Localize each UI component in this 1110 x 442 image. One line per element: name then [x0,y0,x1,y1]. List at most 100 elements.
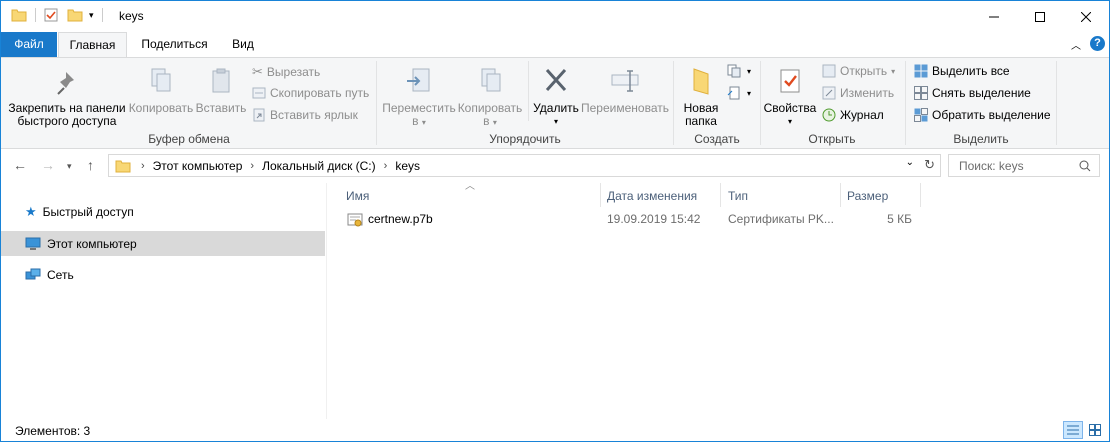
tab-share[interactable]: Поделиться [132,32,217,57]
breadcrumb-this-pc[interactable]: Этот компьютер [153,159,243,173]
recent-locations-chevron-icon[interactable]: ▾ [67,161,72,172]
folder-icon [693,68,709,95]
search-icon [1079,160,1091,172]
paste-shortcut-label: Вставить ярлык [270,108,358,122]
invert-selection-icon [914,108,928,122]
paste-shortcut-button[interactable]: Вставить ярлык [252,108,358,122]
breadcrumb-separator-icon[interactable]: › [141,160,145,172]
nav-item-quick-access[interactable]: ★ Быстрый доступ [1,199,325,224]
column-header-date[interactable]: Дата изменения [607,189,697,203]
file-type: Сертификаты PK... [728,212,834,226]
tab-file[interactable]: Файл [1,32,57,57]
ribbon: Закрепить на панели быстрого доступа Коп… [1,57,1109,149]
easy-access-icon [727,86,740,100]
breadcrumb-separator-icon[interactable]: › [250,160,254,172]
tab-view[interactable]: Вид [221,32,265,57]
large-icons-view-icon [1089,424,1101,436]
copy-path-icon [252,87,266,99]
close-button[interactable] [1063,1,1109,32]
breadcrumb-separator-icon[interactable]: › [384,160,388,172]
collapse-ribbon-chevron-icon[interactable]: ︿ [1071,37,1081,52]
open-group-label: Открыть [808,132,856,146]
address-dropdown-chevron-icon[interactable]: ⌄ [906,157,914,168]
shortcut-icon [253,108,265,122]
new-folder-icon[interactable] [67,8,83,22]
new-folder-button[interactable]: Новая папка [680,66,722,128]
certificate-icon [347,213,363,227]
move-to-icon [407,68,430,92]
new-item-button[interactable]: ▾ [727,64,751,78]
invert-selection-button[interactable]: Обратить выделение [914,108,1051,122]
open-button[interactable]: Открыть ▾ [822,64,895,78]
move-to-button[interactable]: Переместить в ▾ [381,66,457,129]
search-input[interactable]: Поиск: keys [948,154,1100,177]
breadcrumb-keys[interactable]: keys [395,159,420,173]
edit-icon [822,86,836,100]
properties-icon[interactable] [44,8,58,22]
file-size: 5 КБ [887,212,912,226]
organize-group-label: Упорядочить [489,132,561,146]
column-header-type[interactable]: Тип [728,189,748,203]
new-folder-label-line2: папка [685,114,717,128]
paste-button[interactable]: Вставить [194,66,248,115]
computer-icon [25,237,41,250]
maximize-button[interactable] [1017,1,1063,32]
ribbon-separator [1056,61,1057,145]
rename-button[interactable]: Переименовать [581,66,669,115]
column-divider[interactable] [920,183,921,207]
move-to-dropdown-icon: ▾ [421,118,426,127]
customize-qa-chevron-icon[interactable]: ▾ [89,10,94,21]
help-icon[interactable]: ? [1090,36,1105,51]
forward-arrow-icon[interactable]: → [41,157,55,173]
copy-to-button[interactable]: Копировать в ▾ [456,66,524,129]
back-arrow-icon[interactable]: ← [13,157,27,173]
search-placeholder: Поиск: keys [959,158,1024,173]
column-header-name[interactable]: Имя [346,189,369,203]
nav-item-this-pc[interactable]: Этот компьютер [1,231,325,256]
cut-button[interactable]: ✂ Вырезать [252,64,320,80]
copy-path-button[interactable]: Скопировать путь [252,86,369,100]
copy-label: Копировать [128,101,194,115]
nav-item-label: Быстрый доступ [42,204,134,219]
copy-to-label-line2: в [483,114,490,128]
ribbon-tabs: Файл Главная Поделиться Вид ︿ ? [1,32,1109,58]
history-button[interactable]: Журнал [822,108,884,122]
easy-access-button[interactable]: ▾ [727,86,751,100]
copy-path-label: Скопировать путь [270,86,370,100]
properties-button[interactable]: Свойства ▾ [763,66,817,128]
column-divider[interactable] [840,183,841,207]
breadcrumb-local-disk[interactable]: Локальный диск (C:) [262,159,376,173]
refresh-icon[interactable]: ↻ [924,157,935,173]
delete-button[interactable]: Удалить ▾ [531,66,581,128]
quick-access-toolbar: ▾ [11,8,103,22]
delete-dropdown-icon: ▾ [553,117,558,126]
column-divider[interactable] [600,183,601,207]
up-arrow-icon[interactable]: ↑ [87,157,94,173]
column-divider[interactable] [720,183,721,207]
open-label: Открыть [840,64,888,78]
table-row[interactable]: certnew.p7b 19.09.2019 15:42 Сертификаты… [328,208,1109,230]
column-header-size[interactable]: Размер [847,189,888,203]
select-none-button[interactable]: Снять выделение [914,86,1031,100]
address-bar[interactable]: › Этот компьютер › Локальный диск (C:) ›… [108,154,941,177]
clipboard-group-label: Буфер обмена [148,132,230,146]
properties-label: Свойства [763,101,817,115]
network-icon [25,268,41,279]
large-icons-view-button[interactable] [1086,421,1106,439]
tab-home[interactable]: Главная [58,32,127,58]
pin-quick-access-button[interactable]: Закрепить на панели быстрого доступа [7,66,127,128]
minimize-button[interactable] [971,1,1017,32]
details-view-button[interactable] [1063,421,1083,439]
close-icon [1081,11,1091,22]
folder-icon [115,160,131,172]
select-all-button[interactable]: Выделить все [914,64,1010,78]
move-to-label-line2: в [412,114,419,128]
nav-item-network[interactable]: Сеть [1,262,325,287]
properties-dropdown-icon: ▾ [787,117,792,126]
pin-label-line2: быстрого доступа [17,114,117,128]
select-all-label: Выделить все [932,64,1010,78]
window-title: keys [119,9,144,23]
copy-button[interactable]: Копировать [127,66,195,115]
nav-item-label: Сеть [47,267,74,282]
edit-button[interactable]: Изменить [822,86,894,100]
